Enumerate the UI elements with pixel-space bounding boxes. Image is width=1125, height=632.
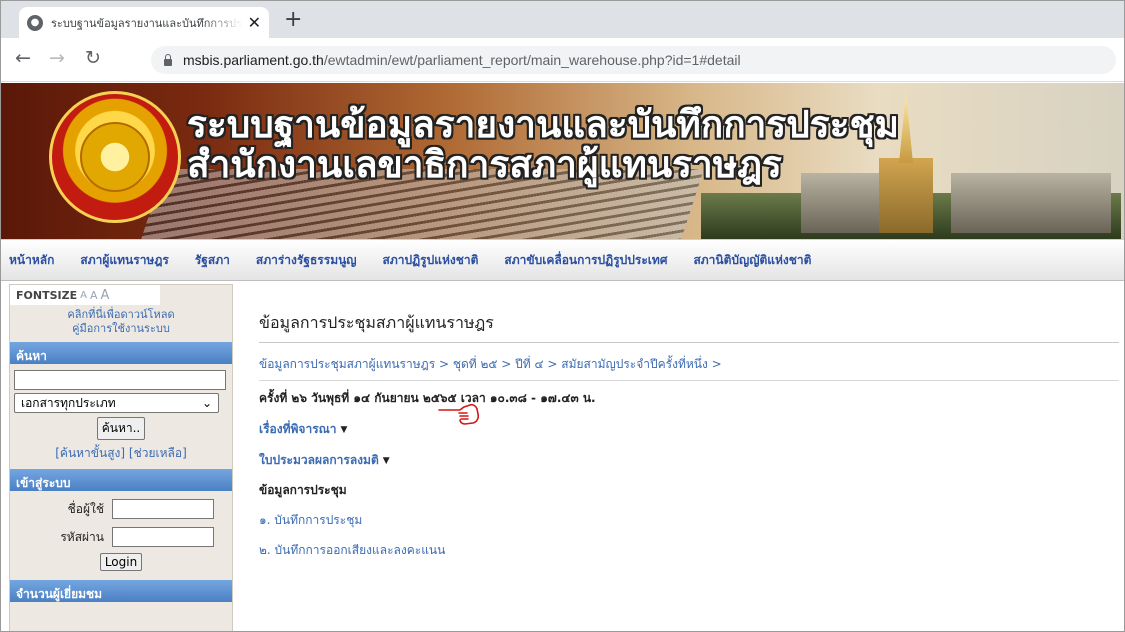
votes-toggle-label: ใบประมวลผลการลงมติ xyxy=(259,453,379,467)
tab-title: ระบบฐานข้อมูลรายงานและบันทึกการประชุม xyxy=(51,16,242,30)
main-menu: หน้าหลัก สภาผู้แทนราษฎร รัฐสภา สภาร่างรั… xyxy=(1,239,1124,281)
new-tab-button[interactable]: + xyxy=(284,9,302,31)
caret-down-icon: ▼ xyxy=(340,424,348,435)
menu-item-reform-steering[interactable]: สภาขับเคลื่อนการปฏิรูปประเทศ xyxy=(504,251,667,270)
close-tab-icon[interactable]: ✕ xyxy=(248,13,261,32)
download-line2: คู่มือการใช้งานระบบ xyxy=(72,322,170,335)
password-row: รหัสผ่าน xyxy=(10,527,232,547)
doc-type-select[interactable]: เอกสารทุกประเภท ⌄ xyxy=(14,393,219,413)
tab-strip: ● ระบบฐานข้อมูลรายงานและบันทึกการประชุม … xyxy=(1,1,1124,38)
site-title-line1: ระบบฐานข้อมูลรายงานและบันทึกการประชุม xyxy=(187,103,899,146)
forward-icon[interactable]: → xyxy=(49,48,65,68)
left-sidebar: FONTSIZE A A A คลิกที่นี่เพื่อดาวน์โหลด … xyxy=(9,284,233,631)
menu-item-house[interactable]: สภาผู้แทนราษฎร xyxy=(80,251,168,270)
password-input[interactable] xyxy=(112,527,214,547)
login-heading: เข้าสู่ระบบ xyxy=(10,469,232,491)
help-link[interactable]: [ช่วยเหลือ] xyxy=(129,446,187,460)
site-title: ระบบฐานข้อมูลรายงานและบันทึกการประชุม สำ… xyxy=(187,105,899,185)
visitors-heading: จำนวนผู้เยี่ยมชม xyxy=(10,580,232,602)
globe-icon: ● xyxy=(27,14,43,31)
url-host: msbis.parliament.go.th xyxy=(183,52,324,68)
chevron-down-icon: ⌄ xyxy=(201,396,212,410)
doc-link-minutes[interactable]: ๑. บันทึกการประชุม xyxy=(259,511,1119,530)
fontsize-label: FONTSIZE xyxy=(16,288,78,302)
username-row: ชื่อผู้ใช้ xyxy=(10,499,232,519)
manual-download-link[interactable]: คลิกที่นี่เพื่อดาวน์โหลด คู่มือการใช้งาน… xyxy=(10,305,232,340)
site-title-line2: สำนักงานเลขาธิการสภาผู้แทนราษฎร xyxy=(187,143,782,186)
fontsize-large[interactable]: A xyxy=(100,288,109,303)
search-input[interactable] xyxy=(14,370,226,390)
menu-item-parliament[interactable]: รัฐสภา xyxy=(195,251,230,270)
menu-item-legislative-assembly[interactable]: สภานิติบัญญัติแห่งชาติ xyxy=(693,251,811,270)
parliament-emblem-logo[interactable] xyxy=(49,91,181,223)
reload-icon[interactable]: ↻ xyxy=(85,48,101,68)
browser-window: ● ระบบฐานข้อมูลรายงานและบันทึกการประชุม … xyxy=(0,0,1125,632)
lock-icon xyxy=(163,54,173,66)
page-title: ข้อมูลการประชุมสภาผู้แทนราษฎร xyxy=(259,311,1119,343)
back-icon[interactable]: ← xyxy=(15,48,31,68)
search-heading: ค้นหา xyxy=(10,342,232,364)
meeting-info-heading: ข้อมูลการประชุม xyxy=(259,483,347,497)
username-input[interactable] xyxy=(112,499,214,519)
doc-type-value: เอกสารทุกประเภท xyxy=(21,395,116,410)
login-button[interactable]: Login xyxy=(99,553,143,571)
fontsize-small[interactable]: A xyxy=(80,290,87,301)
menu-item-reform-council[interactable]: สภาปฏิรูปแห่งชาติ xyxy=(383,251,479,270)
agenda-toggle-label: เรื่องที่พิจารณา xyxy=(259,422,337,436)
menu-item-constitution-drafting[interactable]: สภาร่างรัฐธรรมนูญ xyxy=(256,251,357,270)
advanced-search-link[interactable]: [ค้นหาขั้นสูง] xyxy=(55,446,125,460)
fontsize-medium[interactable]: A xyxy=(90,289,98,302)
fontsize-control: FONTSIZE A A A xyxy=(10,285,160,305)
session-info: ครั้งที่ ๒๖ วันพุธที่ ๑๔ กันยายน ๒๕๖๕ เว… xyxy=(259,391,596,405)
pointing-hand-icon xyxy=(438,403,480,425)
browser-toolbar: ← → ↻ msbis.parliament.go.th/ewtadmin/ew… xyxy=(1,38,1124,82)
url-path: /ewtadmin/ewt/parliament_report/main_war… xyxy=(323,52,741,68)
agenda-toggle[interactable]: เรื่องที่พิจารณา ▼ xyxy=(259,420,1119,439)
main-content: ข้อมูลการประชุมสภาผู้แทนราษฎร ข้อมูลการป… xyxy=(259,311,1119,560)
search-links: [ค้นหาขั้นสูง] [ช่วยเหลือ] xyxy=(14,444,228,463)
menu-item-home[interactable]: หน้าหลัก xyxy=(9,251,54,270)
breadcrumb[interactable]: ข้อมูลการประชุมสภาผู้แทนราษฎร > ชุดที่ ๒… xyxy=(259,355,1119,381)
search-panel: เอกสารทุกประเภท ⌄ ค้นหา.. [ค้นหาขั้นสูง]… xyxy=(10,364,232,467)
search-button[interactable]: ค้นหา.. xyxy=(96,417,146,440)
browser-tab[interactable]: ● ระบบฐานข้อมูลรายงานและบันทึกการประชุม … xyxy=(19,7,269,38)
password-label: รหัสผ่าน xyxy=(60,529,104,544)
address-bar[interactable]: msbis.parliament.go.th/ewtadmin/ewt/parl… xyxy=(151,46,1116,74)
doc-link-votes[interactable]: ๒. บันทึกการออกเสียงและลงคะแนน xyxy=(259,541,1119,560)
username-label: ชื่อผู้ใช้ xyxy=(67,501,104,516)
votes-toggle[interactable]: ใบประมวลผลการลงมติ ▼ xyxy=(259,451,1119,470)
site-banner: ระบบฐานข้อมูลรายงานและบันทึกการประชุม สำ… xyxy=(1,83,1124,239)
caret-down-icon: ▼ xyxy=(382,455,390,466)
download-line1: คลิกที่นี่เพื่อดาวน์โหลด xyxy=(67,308,175,321)
